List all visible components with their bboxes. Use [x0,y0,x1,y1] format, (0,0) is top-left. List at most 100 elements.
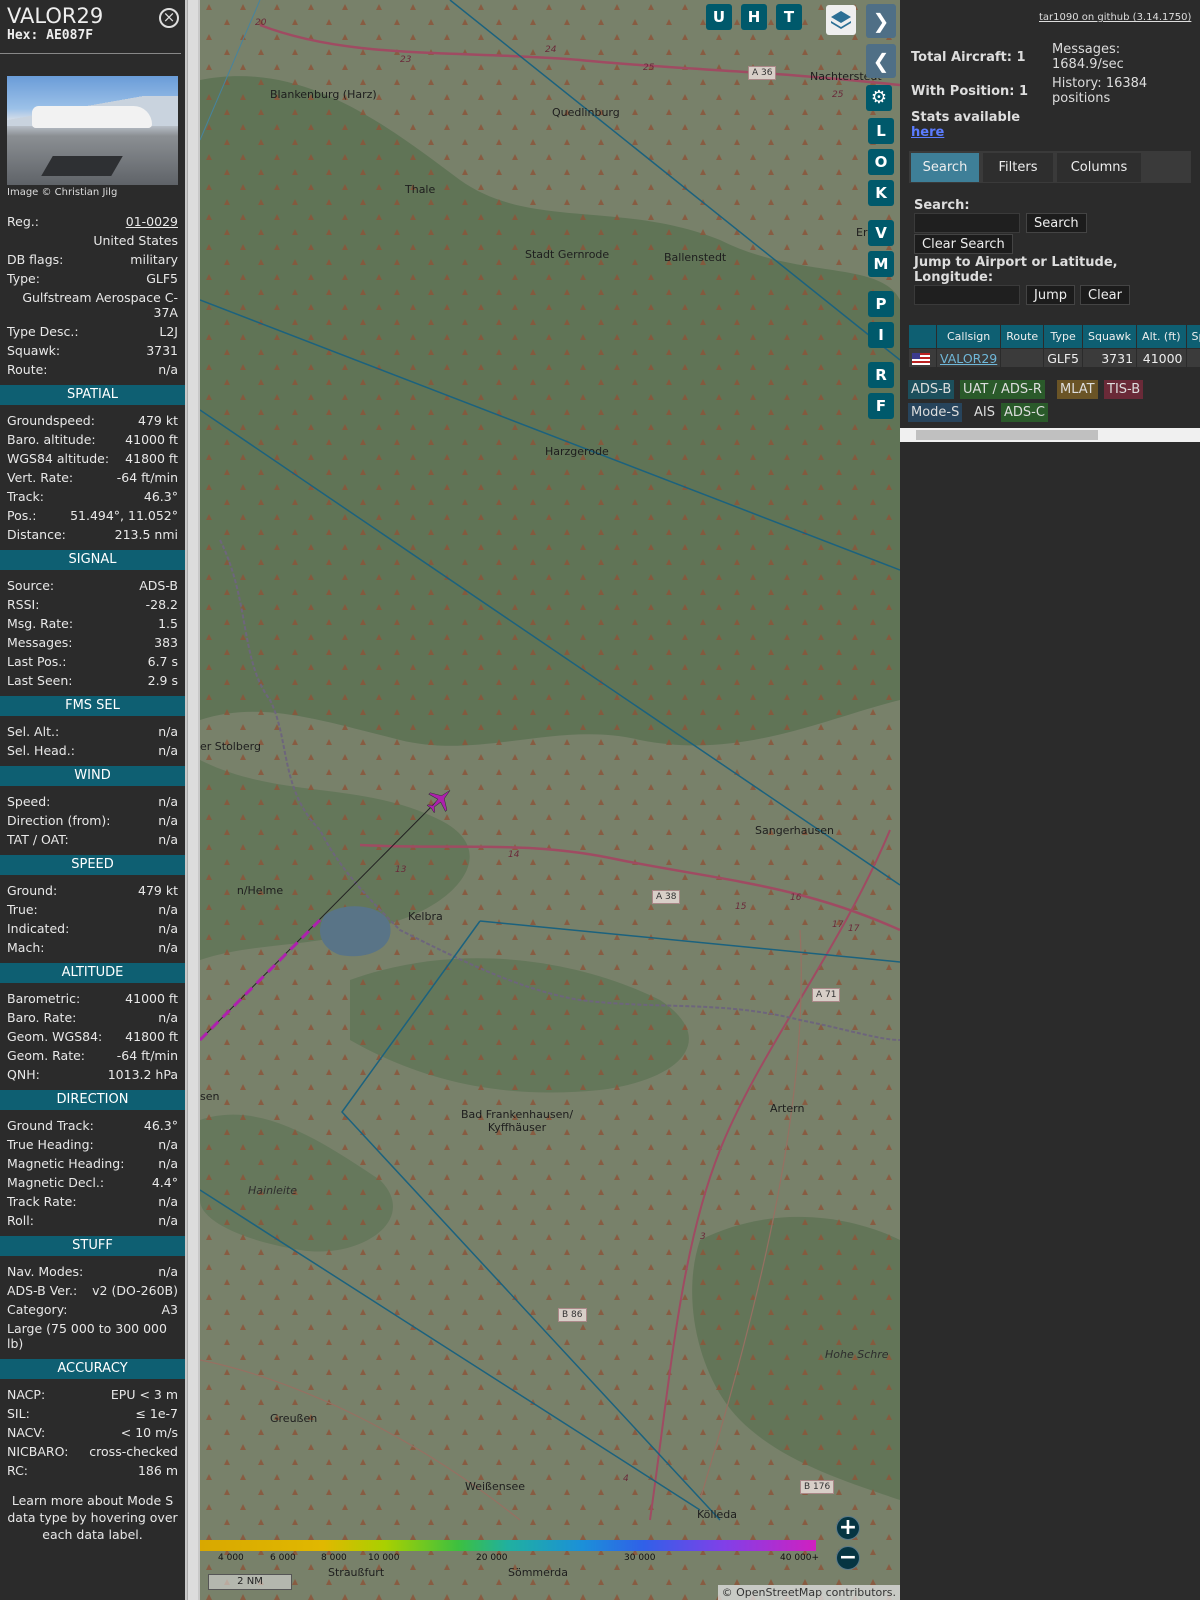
map-label-19: Kölleda [697,1508,737,1521]
toolbar-button-i[interactable]: I [868,322,894,348]
section-header: WIND [0,766,185,786]
info-row: NICBARO: cross-checked [0,1442,185,1461]
info-row: NACV: < 10 m/s [0,1423,185,1442]
toolbar-button-r[interactable]: R [868,362,894,388]
zoom-out-button[interactable]: − [836,1546,860,1570]
info-key: Indicated: [7,921,70,936]
tab-columns[interactable]: Columns [1057,153,1141,182]
sidebar-scrollbar[interactable] [185,0,200,1600]
info-row: Baro. altitude: 41000 ft [0,430,185,449]
info-value: n/a [158,813,178,828]
toolbar-button-l[interactable]: L [868,118,894,144]
info-key: Distance: [7,527,66,542]
info-key: Track Rate: [7,1194,77,1209]
info-value[interactable]: 01-0029 [126,212,178,231]
settings-gear-icon[interactable]: ⚙ [866,85,892,111]
info-row: Ground: 479 kt [0,881,185,900]
info-row: Large (75 000 to 300 000 lb) [0,1319,185,1353]
stats-link[interactable]: here [911,125,944,140]
column-header[interactable]: Squawk [1083,325,1137,348]
section-header: FMS SEL [0,696,185,716]
info-key: Last Pos.: [7,654,67,669]
toolbar-button-m[interactable]: M [868,251,894,277]
info-value: United States [93,233,178,248]
info-key: Ground: [7,883,58,898]
info-key: Type Desc.: [7,324,79,339]
column-header[interactable] [909,325,936,348]
layers-icon[interactable] [826,5,856,35]
table-hscroll-thumb[interactable] [916,430,1098,440]
info-key: Baro. altitude: [7,432,96,447]
info-row: Last Pos.: 6.7 s [0,652,185,671]
close-icon[interactable]: × [159,8,179,28]
column-header[interactable]: Callsign [937,325,1001,348]
road-number-7: 15 [735,902,747,912]
info-key: Track: [7,489,44,504]
map-attribution[interactable]: © OpenStreetMap contributors. [717,1585,900,1600]
sidebar-scroll-thumb[interactable] [187,0,198,1600]
info-value: n/a [158,362,178,377]
search-button[interactable]: Search [1026,213,1087,233]
info-row: ADS-B Ver.: v2 (DO-260B) [0,1281,185,1300]
altitude-cell: 41000 [1137,349,1186,367]
map-label-10: n/Helme [236,884,284,897]
source-badge: TIS-B [1104,380,1144,399]
aircraft-info-sidebar: VALOR29 Hex: AE087F × Image © Christian … [0,0,185,1600]
info-row: WGS84 altitude: 41800 ft [0,449,185,468]
callsign-cell[interactable]: VALOR29 [937,349,1001,367]
toolbar-button-o[interactable]: O [868,149,894,175]
info-key: Magnetic Decl.: [7,1175,105,1190]
info-row: Barometric: 41000 ft [0,989,185,1008]
column-header[interactable]: Route [1001,325,1044,348]
map-label-16: Hohe Schre [825,1348,889,1361]
clear-jump-button[interactable]: Clear [1080,285,1130,305]
toolbar-button-p[interactable]: P [868,291,894,317]
map-label-8: er Stolberg [200,740,261,753]
jump-button[interactable]: Jump [1026,285,1075,305]
info-row: Last Seen: 2.9 s [0,671,185,690]
column-header[interactable]: Alt. (ft) [1137,325,1186,348]
map-label-5: Ballenstedt [664,251,727,264]
info-value: GLF5 [146,271,178,286]
expand-right-icon[interactable]: ❯ [866,4,896,38]
info-row: Messages: 383 [0,633,185,652]
table-hscrollbar[interactable] [900,428,1200,442]
info-row: RSSI: -28.2 [0,595,185,614]
info-row: True Heading: n/a [0,1135,185,1154]
tab-search[interactable]: Search [911,153,979,182]
collapse-left-icon[interactable]: ❮ [866,44,896,78]
toolbar-button-t[interactable]: T [776,4,802,30]
tab-filters[interactable]: Filters [983,153,1053,182]
info-key: Sel. Alt.: [7,724,60,739]
jump-input[interactable] [914,285,1020,305]
toolbar-button-v[interactable]: V [868,220,894,246]
info-key: NACP: [7,1387,46,1402]
map-label-21: Sömmerda [508,1566,568,1579]
search-input[interactable] [914,213,1020,233]
column-header[interactable]: Spd [1186,325,1200,348]
info-value: 41000 ft [125,991,178,1006]
zoom-in-button[interactable]: + [836,1516,860,1540]
aircraft-photo[interactable] [7,76,178,185]
toolbar-button-k[interactable]: K [868,180,894,206]
map-view[interactable]: Blankenburg (Harz) Quedlinburg Nachtersted… [200,0,900,1600]
info-row: True: n/a [0,900,185,919]
info-value: 383 [154,635,178,650]
callsign-link[interactable]: VALOR29 [940,351,997,366]
toolbar-button-u[interactable]: U [706,4,732,30]
toolbar-button-h[interactable]: H [741,4,767,30]
learn-more-text: Learn more about Mode S data type by hov… [7,1493,178,1542]
column-header[interactable]: Type [1044,325,1082,348]
road-shield-1: A 38 [652,890,681,904]
road-number-4: 25 [832,90,844,100]
github-link[interactable]: tar1090 on github (3.14.1750) [1039,12,1191,23]
info-row: Source: ADS-B [0,576,185,595]
table-row[interactable]: VALOR29 GLF5 3731 41000 [909,349,1200,367]
panel-tabs: Search Filters Columns [909,151,1191,183]
toolbar-button-f[interactable]: F [868,393,894,419]
clear-search-button[interactable]: Clear Search [914,234,1013,254]
info-row: Ground Track: 46.3° [0,1116,185,1135]
photo-aircraft [32,106,152,128]
map-label-4: Stadt Gernrode [525,248,610,261]
map-label-18: Weißensee [465,1480,525,1493]
